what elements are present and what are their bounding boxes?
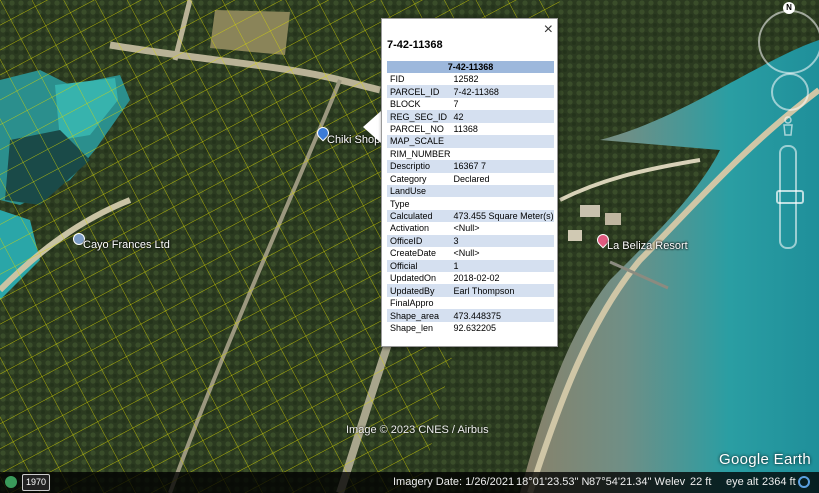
eye-altitude-label: eye alt [726, 476, 759, 488]
latitude-readout: 18°01'23.53" N [516, 476, 590, 488]
attribute-row: MAP_SCALE [387, 135, 554, 148]
longitude-readout: 87°54'21.34" W [589, 476, 665, 488]
attribute-key: MAP_SCALE [387, 135, 451, 148]
attribute-value: 11368 [453, 123, 478, 134]
attribute-row: Descriptio 16367 7 [387, 160, 554, 173]
attribute-value: 42 [450, 110, 554, 123]
attribute-row: FID 12582 [387, 73, 554, 85]
attribute-key: Activation [390, 223, 430, 234]
attribute-key: Calculated [387, 209, 451, 223]
attribute-key: UpdatedBy [387, 284, 451, 297]
attribute-key: FinalAppro [390, 298, 434, 309]
attribute-value: 473.455 Square Meter(s) [450, 209, 554, 223]
attribute-key: REG_SEC_ID [387, 110, 451, 123]
zoom-slider-thumb[interactable] [776, 190, 804, 204]
attribute-table: 7-42-11368 FID 12582 PARCEL_ID 7-42-11368 BL… [387, 61, 554, 334]
attribute-row: RIM_NUMBER [387, 148, 554, 160]
attribute-value [451, 148, 554, 160]
attribute-row: UpdatedOn 2018-02-02 [387, 272, 554, 284]
look-joystick-icon[interactable] [771, 73, 809, 111]
status-bar: 1970 Imagery Date: 1/26/2021 18°01'23.53… [0, 472, 819, 493]
attribute-row: Shape_len 92.632205 [387, 322, 554, 334]
attribute-key: Descriptio [387, 160, 451, 173]
attribute-value: <Null> [453, 248, 480, 259]
attribute-key: PARCEL_ID [387, 85, 451, 98]
attribute-key: Shape_area [387, 309, 451, 322]
attribute-key: Category [390, 173, 427, 184]
imagery-attribution: Image © 2023 CNES / Airbus [346, 424, 489, 436]
imagery-date: Imagery Date: 1/26/2021 [393, 476, 515, 488]
attribute-row: REG_SEC_ID 42 [387, 110, 554, 123]
attribute-row: Type [387, 197, 554, 209]
attribute-key: OfficeID [387, 234, 451, 248]
attribute-value [450, 184, 554, 198]
place-label-la-beliza-resort[interactable]: La Beliza Resort [607, 240, 688, 252]
attribute-row: LandUse [387, 184, 554, 198]
attribute-value: 92.632205 [453, 322, 497, 333]
attribute-value: 7 [453, 99, 459, 110]
popup-title: 7-42-11368 [387, 39, 443, 51]
compass-ring-icon[interactable] [758, 10, 819, 74]
eye-altitude-value: 2364 ft [762, 476, 796, 488]
historical-imagery-button[interactable]: 1970 [22, 474, 50, 491]
attribute-key: UpdatedOn [390, 273, 437, 284]
attribute-key: RIM_NUMBER [390, 148, 451, 159]
attribute-row: FinalAppro [387, 297, 554, 309]
streaming-status-icon [798, 476, 810, 488]
globe-status-icon [5, 476, 17, 488]
attribute-key: LandUse [387, 184, 451, 198]
attribute-row: Category Declared [387, 173, 554, 185]
attribute-key: FID [390, 74, 405, 85]
attribute-row: Shape_area 473.448375 [387, 309, 554, 322]
attribute-value: 12582 [453, 74, 479, 85]
elevation-label: elev [665, 476, 686, 488]
google-earth-logo: Google Earth [719, 451, 811, 468]
popup-pointer [363, 111, 381, 143]
attribute-row: Official 1 [387, 259, 554, 272]
attribute-value: Declared [453, 173, 490, 184]
attribute-value: 3 [450, 234, 554, 248]
attribute-key: Type [390, 198, 410, 209]
attribute-row: Calculated 473.455 Square Meter(s) [387, 209, 554, 223]
attribute-value: 473.448375 [450, 309, 554, 322]
attribute-value: <Null> [453, 223, 480, 234]
elevation-value: 22 ft [690, 476, 712, 488]
street-view-person-icon[interactable] [781, 116, 795, 136]
attribute-key: Shape_len [390, 322, 434, 333]
attribute-table-header: 7-42-11368 [387, 61, 554, 73]
attribute-row: OfficeID 3 [387, 234, 554, 248]
north-indicator[interactable]: N [783, 2, 795, 14]
close-icon[interactable]: × [544, 21, 553, 39]
attribute-row: PARCEL_ID 7-42-11368 [387, 85, 554, 98]
attribute-row: BLOCK 7 [387, 98, 554, 110]
attribute-value [451, 197, 554, 209]
attribute-row: UpdatedBy Earl Thompson [387, 284, 554, 297]
attribute-value: 1 [450, 259, 554, 272]
attribute-row: PARCEL_NO 11368 [387, 123, 554, 135]
attribute-table-body: FID 12582 PARCEL_ID 7-42-11368 BLOCK 7 REG_SEC… [387, 73, 554, 334]
attribute-value: 7-42-11368 [450, 85, 554, 98]
place-label-cayo-frances[interactable]: Cayo Frances Ltd [83, 239, 170, 251]
attribute-value [450, 135, 554, 148]
parcel-info-popup: × 7-42-11368 7-42-11368 FID 12582 PARCEL_I… [381, 18, 558, 347]
attribute-key: CreateDate [390, 248, 437, 259]
attribute-value: 16367 7 [450, 160, 554, 173]
attribute-row: CreateDate <Null> [387, 247, 554, 259]
attribute-value: Earl Thompson [450, 284, 554, 297]
attribute-value [451, 297, 554, 309]
attribute-key: BLOCK [390, 99, 421, 110]
attribute-value: 2018-02-02 [453, 273, 500, 284]
attribute-row: Activation <Null> [387, 222, 554, 234]
attribute-key: PARCEL_NO [390, 123, 444, 134]
attribute-key: Official [387, 259, 451, 272]
